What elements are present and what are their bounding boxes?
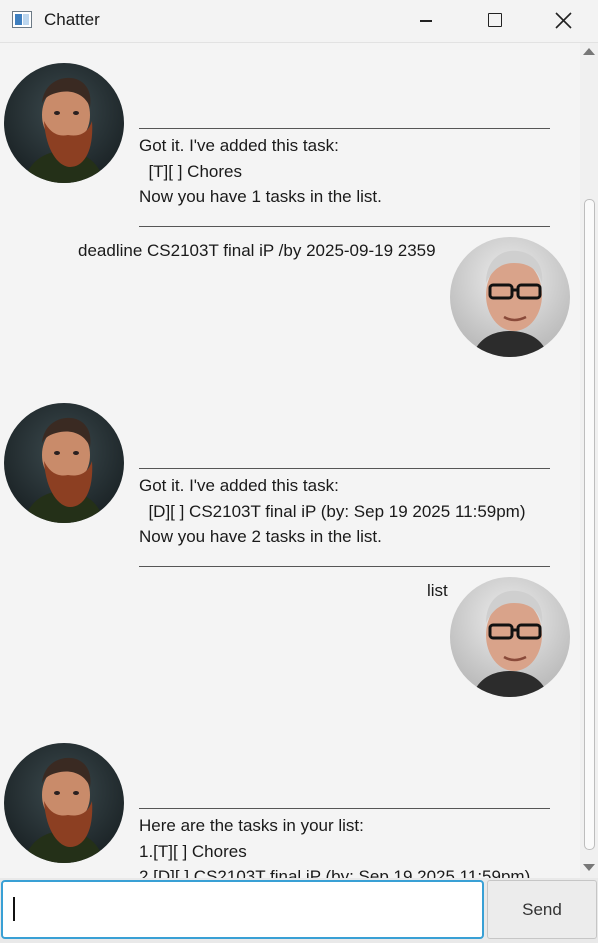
bot-message: Got it. I've added this task: [T][ ] Cho… <box>139 65 550 231</box>
message-line: Got it. I've added this task: <box>139 136 339 155</box>
older-man-glasses-avatar-icon <box>450 577 570 697</box>
message-line: Now you have 2 tasks in the list. <box>139 527 382 546</box>
message-line: Now you have 1 tasks in the list. <box>139 187 382 206</box>
bearded-man-avatar-icon <box>4 403 124 523</box>
user-message: list <box>427 581 448 600</box>
user-message: deadline CS2103T final iP /by 2025-09-19… <box>78 241 436 260</box>
message-line: [T][ ] Chores <box>139 161 242 181</box>
maximize-button[interactable] <box>458 0 528 42</box>
message-line: [D][ ] CS2103T final iP (by: Sep 19 2025… <box>139 501 526 521</box>
user-avatar <box>450 577 570 697</box>
close-button[interactable] <box>528 0 598 42</box>
message-input[interactable] <box>1 880 484 939</box>
divider-line <box>139 456 550 469</box>
bearded-man-avatar-icon <box>4 743 124 863</box>
scroll-up-arrow-icon[interactable] <box>583 48 595 55</box>
bot-message: Got it. I've added this task: [D][ ] CS2… <box>139 405 550 571</box>
older-man-glasses-avatar-icon <box>450 237 570 357</box>
chat-scroll-pane[interactable]: Got it. I've added this task: [T][ ] Cho… <box>0 43 598 878</box>
message-line: Here are the tasks in your list: <box>139 816 364 835</box>
vertical-scrollbar[interactable] <box>580 43 598 878</box>
message-line: 2.[D][ ] CS2103T final iP (by: Sep 19 20… <box>139 867 531 878</box>
bot-avatar <box>4 743 124 863</box>
title-bar: Chatter <box>0 0 598 43</box>
message-line: 1.[T][ ] Chores <box>139 841 247 861</box>
send-button[interactable]: Send <box>487 880 597 939</box>
message-line: Got it. I've added this task: <box>139 476 339 495</box>
minimize-button[interactable] <box>390 0 460 42</box>
divider-line <box>139 796 550 809</box>
user-avatar <box>450 237 570 357</box>
bot-message: Here are the tasks in your list: 1.[T][ … <box>139 745 550 878</box>
bearded-man-avatar-icon <box>4 63 124 183</box>
bot-avatar <box>4 63 124 183</box>
scroll-down-arrow-icon[interactable] <box>583 864 595 871</box>
text-caret <box>13 897 15 921</box>
divider-line <box>139 214 550 227</box>
bot-avatar <box>4 403 124 523</box>
divider-line <box>139 116 550 129</box>
window-title: Chatter <box>44 10 100 29</box>
scrollbar-thumb[interactable] <box>584 199 595 850</box>
divider-line <box>139 554 550 567</box>
app-icon <box>12 11 32 28</box>
input-bar: Send <box>0 878 598 943</box>
close-icon <box>555 12 572 29</box>
